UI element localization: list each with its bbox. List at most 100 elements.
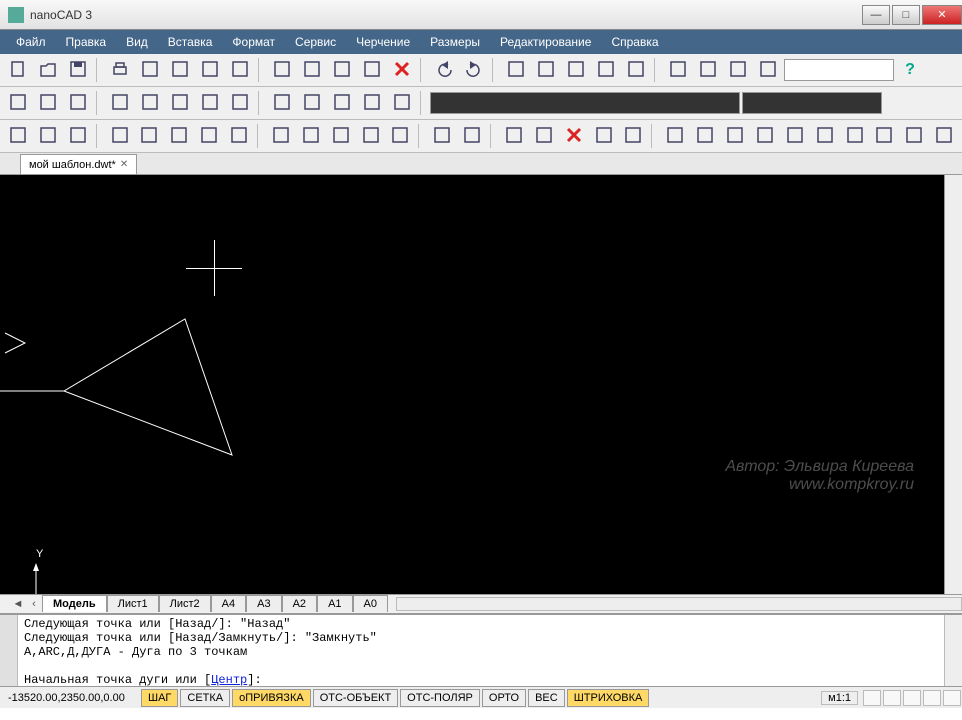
copy-button[interactable] [298,56,326,84]
layout-tab-А4[interactable]: А4 [211,595,246,612]
status-button-4[interactable] [923,690,941,706]
layout-tab-А1[interactable]: А1 [317,595,352,612]
zoom-extents-button[interactable] [592,56,620,84]
layout-tab-Лист2[interactable]: Лист2 [159,595,211,612]
pan-button[interactable] [502,56,530,84]
menu-вид[interactable]: Вид [118,33,156,51]
arc-button[interactable] [297,122,325,150]
undo-button[interactable] [430,56,458,84]
menu-вставка[interactable]: Вставка [160,33,221,51]
toggle-сетка[interactable]: СЕТКА [180,689,230,707]
layout-tab-Лист1[interactable]: Лист1 [107,595,159,612]
toggle-штриховка[interactable]: ШТРИХОВКА [567,689,650,707]
menu-черчение[interactable]: Черчение [348,33,418,51]
hatch-button[interactable] [357,122,385,150]
angle-dim-button[interactable] [106,89,134,117]
toggle-шаг[interactable]: ШАГ [141,689,178,707]
menu-правка[interactable]: Правка [58,33,115,51]
toggle-отс-объект[interactable]: ОТС-ОБЪЕКТ [313,689,398,707]
layout-tab-А0[interactable]: А0 [353,595,388,612]
paste-button[interactable] [328,56,356,84]
check-button[interactable] [358,89,386,117]
plot-button[interactable] [166,56,194,84]
radial-dim-button[interactable] [136,89,164,117]
ellipse-button[interactable] [327,122,355,150]
notepad-button[interactable] [388,89,416,117]
text-style-input[interactable] [784,59,894,81]
measure-tool-button[interactable] [694,56,722,84]
toggle-отс-поляр[interactable]: ОТС-ПОЛЯР [400,689,480,707]
table-button[interactable] [328,89,356,117]
toggle-вес[interactable]: ВЕС [528,689,565,707]
fillet-button[interactable] [691,122,719,150]
drawing-canvas[interactable]: Y X Автор: Эльвира Киреева www.kompkroy.… [0,175,944,594]
break-button[interactable] [196,89,224,117]
del-red-button[interactable] [560,122,588,150]
layer-button[interactable] [4,89,32,117]
mirror-button[interactable] [811,122,839,150]
status-button-5[interactable] [943,690,961,706]
command-scrollbar[interactable] [944,615,962,686]
normal-add-button[interactable] [268,89,296,117]
close-tab-icon[interactable]: ✕ [120,159,128,170]
layout-nav-prev[interactable]: ‹ [26,598,42,610]
command-option-link[interactable]: Центр [211,673,247,686]
zoom-out-button[interactable] [622,56,650,84]
toggle-опривязка[interactable]: оПРИВЯЗКА [232,689,311,707]
status-button-1[interactable] [863,690,881,706]
circle-button[interactable] [225,122,253,150]
div4-button[interactable] [930,122,958,150]
vertical-scrollbar[interactable] [944,175,962,594]
image-button[interactable] [428,122,456,150]
rectangle-fill-button[interactable] [195,122,223,150]
layout-nav-first[interactable]: ◄ [10,598,26,610]
scale-display[interactable]: м1:1 [821,691,858,705]
menu-сервис[interactable]: Сервис [287,33,344,51]
cut-button[interactable] [268,56,296,84]
stretch-button[interactable] [661,122,689,150]
leader-button[interactable] [226,89,254,117]
ray-button[interactable] [64,122,92,150]
rotate-button[interactable] [751,122,779,150]
scale-button[interactable] [781,122,809,150]
div2-button[interactable] [870,122,898,150]
new-button[interactable] [4,56,32,84]
horizontal-scrollbar[interactable] [396,597,962,611]
layer-input[interactable] [430,92,740,114]
image2-button[interactable] [458,122,486,150]
div3-button[interactable] [900,122,928,150]
linetype-input[interactable] [742,92,882,114]
batch-print-button[interactable] [226,56,254,84]
zoom-button[interactable] [532,56,560,84]
polyline-button[interactable] [34,122,62,150]
command-text[interactable]: Следующая точка или [Назад/]: "Назад" Сл… [18,615,944,686]
help-button[interactable]: ? [896,56,924,84]
minimize-button[interactable]: — [862,5,890,25]
polygon-button[interactable] [135,122,163,150]
menu-редактирование[interactable]: Редактирование [492,33,599,51]
aligned-dim-button[interactable] [64,89,92,117]
menu-формат[interactable]: Формат [224,33,283,51]
text-height-button[interactable] [754,56,782,84]
redo-button[interactable] [460,56,488,84]
status-button-2[interactable] [883,690,901,706]
line-button[interactable] [4,122,32,150]
menu-размеры[interactable]: Размеры [422,33,488,51]
save-button[interactable] [64,56,92,84]
close-button[interactable]: ✕ [922,5,962,25]
extend-button[interactable] [620,122,648,150]
dimension-button[interactable] [724,56,752,84]
delete-button[interactable] [388,56,416,84]
document-tab[interactable]: мой шаблон.dwt* ✕ [20,154,137,174]
divide-button[interactable] [841,122,869,150]
toggle-орто[interactable]: ОРТО [482,689,526,707]
rectangle-button[interactable] [165,122,193,150]
match-props-button[interactable] [358,56,386,84]
normal-del-button[interactable] [298,89,326,117]
region-button[interactable] [386,122,414,150]
table-button[interactable] [500,122,528,150]
menu-справка[interactable]: Справка [603,33,666,51]
open-button[interactable] [34,56,62,84]
layout-tab-А2[interactable]: А2 [282,595,317,612]
xline-button[interactable] [166,89,194,117]
